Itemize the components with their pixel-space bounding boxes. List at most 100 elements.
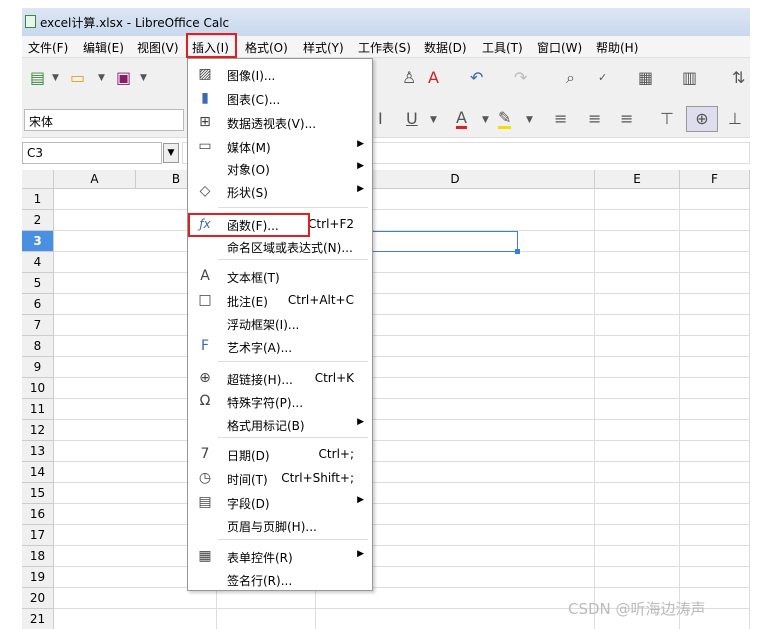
row-header-19[interactable]: 19	[22, 567, 54, 588]
align-left-icon[interactable]: ≡	[554, 109, 567, 129]
insert-menu-item[interactable]: F 艺术字(A)...	[188, 335, 372, 358]
menu-format[interactable]: 格式(O)	[245, 39, 288, 56]
row-header-4[interactable]: 4	[22, 252, 54, 273]
column-header-f[interactable]: F	[680, 170, 750, 189]
insert-menu-item[interactable]: 7 日期(D) Ctrl+;	[188, 443, 372, 466]
center-vertically-icon[interactable]: ⊕	[686, 106, 718, 132]
underline-icon[interactable]: U	[406, 109, 418, 129]
menu-edit[interactable]: 编辑(E)	[83, 39, 124, 56]
row-header-11[interactable]: 11	[22, 399, 54, 420]
insert-menu-item[interactable]: ▤ 字段(D) ▶	[188, 491, 372, 514]
row-header-18[interactable]: 18	[22, 546, 54, 567]
submenu-arrow-icon: ▶	[357, 184, 364, 194]
align-bottom-icon[interactable]: ⊥	[728, 109, 742, 129]
row-header-8[interactable]: 8	[22, 336, 54, 357]
dropdown-arrow-icon[interactable]: ▼	[482, 110, 489, 130]
row-header-21[interactable]: 21	[22, 609, 54, 629]
insert-menu-item[interactable]: ◷ 时间(T) Ctrl+Shift+;	[188, 467, 372, 490]
name-box-dropdown-icon[interactable]: ▼	[163, 143, 179, 163]
open-folder-icon[interactable]: ▭	[70, 68, 85, 88]
row-header-6[interactable]: 6	[22, 294, 54, 315]
insert-menu-item[interactable]: ⊞ 数据透视表(V)...	[188, 111, 372, 134]
row-header-15[interactable]: 15	[22, 483, 54, 504]
insert-menu-item[interactable]: 签名行(R)...	[188, 568, 372, 591]
row-header-3[interactable]: 3	[22, 231, 54, 252]
dropdown-arrow-icon[interactable]: ▼	[52, 68, 59, 88]
pivot-table-icon: ⊞	[199, 114, 211, 130]
row-header-7[interactable]: 7	[22, 315, 54, 336]
row-header-13[interactable]: 13	[22, 441, 54, 462]
menu-item-label: 数据透视表(V)...	[227, 117, 317, 131]
row-header-17[interactable]: 17	[22, 525, 54, 546]
row-header-10[interactable]: 10	[22, 378, 54, 399]
redo-icon[interactable]: ↷	[514, 68, 527, 88]
italic-icon[interactable]: I	[378, 109, 383, 129]
select-all-corner[interactable]	[22, 170, 54, 189]
fontwork-icon: F	[200, 338, 210, 354]
menu-sheet[interactable]: 工作表(S)	[358, 39, 411, 56]
row-header-9[interactable]: 9	[22, 357, 54, 378]
menu-file[interactable]: 文件(F)	[28, 39, 68, 56]
insert-menu-item[interactable]: ▦ 表单控件(R) ▶	[188, 545, 372, 568]
undo-icon[interactable]: ↶	[470, 68, 483, 88]
dropdown-arrow-icon[interactable]: ▼	[98, 68, 105, 88]
name-box[interactable]: C3	[22, 142, 162, 164]
align-top-icon[interactable]: ⊤	[660, 109, 674, 129]
row-header-16[interactable]: 16	[22, 504, 54, 525]
insert-menu-item[interactable]: □ 批注(E) Ctrl+Alt+C	[188, 289, 372, 312]
column-gridline	[749, 189, 750, 629]
menu-help[interactable]: 帮助(H)	[596, 39, 638, 56]
column-header-e[interactable]: E	[595, 170, 680, 189]
insert-menu-item[interactable]: ▮ 图表(C)...	[188, 87, 372, 110]
row-gridline	[54, 209, 750, 210]
font-name-input[interactable]: 宋体	[24, 109, 184, 131]
insert-menu-item[interactable]: 浮动框架(I)...	[188, 312, 372, 335]
insert-menu-item[interactable]: 页眉与页脚(H)...	[188, 514, 372, 537]
autofill-handle[interactable]	[515, 249, 520, 254]
menu-window[interactable]: 窗口(W)	[537, 39, 582, 56]
menu-separator	[218, 437, 368, 438]
menu-data[interactable]: 数据(D)	[424, 39, 467, 56]
insert-menu-item[interactable]: ⊕ 超链接(H)... Ctrl+K	[188, 367, 372, 390]
row-header-1[interactable]: 1	[22, 189, 54, 210]
insert-menu-item[interactable]: 命名区域或表达式(N)...	[188, 235, 372, 258]
insert-menu-item[interactable]: ▨ 图像(I)...	[188, 63, 372, 86]
sort-icon[interactable]: ⇅	[732, 68, 745, 88]
menu-styles[interactable]: 样式(Y)	[303, 39, 344, 56]
insert-menu-item[interactable]: A 文本框(T)	[188, 265, 372, 288]
align-center-icon[interactable]: ≡	[588, 109, 601, 129]
menu-tools[interactable]: 工具(T)	[482, 39, 523, 56]
row-header-2[interactable]: 2	[22, 210, 54, 231]
column-header-a[interactable]: A	[54, 170, 136, 189]
menu-view[interactable]: 视图(V)	[137, 39, 179, 56]
spelling-icon[interactable]: ✓	[598, 68, 607, 88]
row-header-14[interactable]: 14	[22, 462, 54, 483]
insert-menu-item[interactable]: 格式用标记(B) ▶	[188, 413, 372, 436]
clone-formatting-icon[interactable]: ♙	[402, 68, 416, 88]
new-document-icon[interactable]: ▤	[30, 68, 45, 88]
insert-menu-item[interactable]: Ω 特殊字符(P)...	[188, 390, 372, 413]
dropdown-arrow-icon[interactable]: ▼	[140, 68, 147, 88]
column-gridline	[679, 189, 680, 629]
row-icon[interactable]: ▦	[638, 68, 653, 88]
highlight-color-icon[interactable]: ✎	[498, 109, 512, 129]
save-icon[interactable]: ▣	[116, 68, 131, 88]
find-replace-icon[interactable]: ⌕	[566, 68, 575, 88]
dropdown-arrow-icon[interactable]: ▼	[430, 110, 437, 130]
menu-item-label: 批注(E)	[227, 295, 268, 309]
row-header-5[interactable]: 5	[22, 273, 54, 294]
row-header-20[interactable]: 20	[22, 588, 54, 609]
clear-formatting-icon[interactable]: A	[428, 68, 439, 88]
menu-separator	[218, 539, 368, 540]
dropdown-arrow-icon[interactable]: ▼	[526, 110, 533, 130]
insert-menu-item[interactable]: ▭ 媒体(M) ▶	[188, 135, 372, 158]
row-header-12[interactable]: 12	[22, 420, 54, 441]
align-right-icon[interactable]: ≡	[620, 109, 633, 129]
row-gridline	[54, 503, 750, 504]
row-gridline	[54, 419, 750, 420]
insert-menu-item[interactable]: ◇ 形状(S) ▶	[188, 180, 372, 203]
row-gridline	[54, 461, 750, 462]
column-icon[interactable]: ▥	[682, 68, 697, 88]
font-color-icon[interactable]: A	[456, 109, 467, 129]
insert-menu-item[interactable]: 对象(O) ▶	[188, 157, 372, 180]
